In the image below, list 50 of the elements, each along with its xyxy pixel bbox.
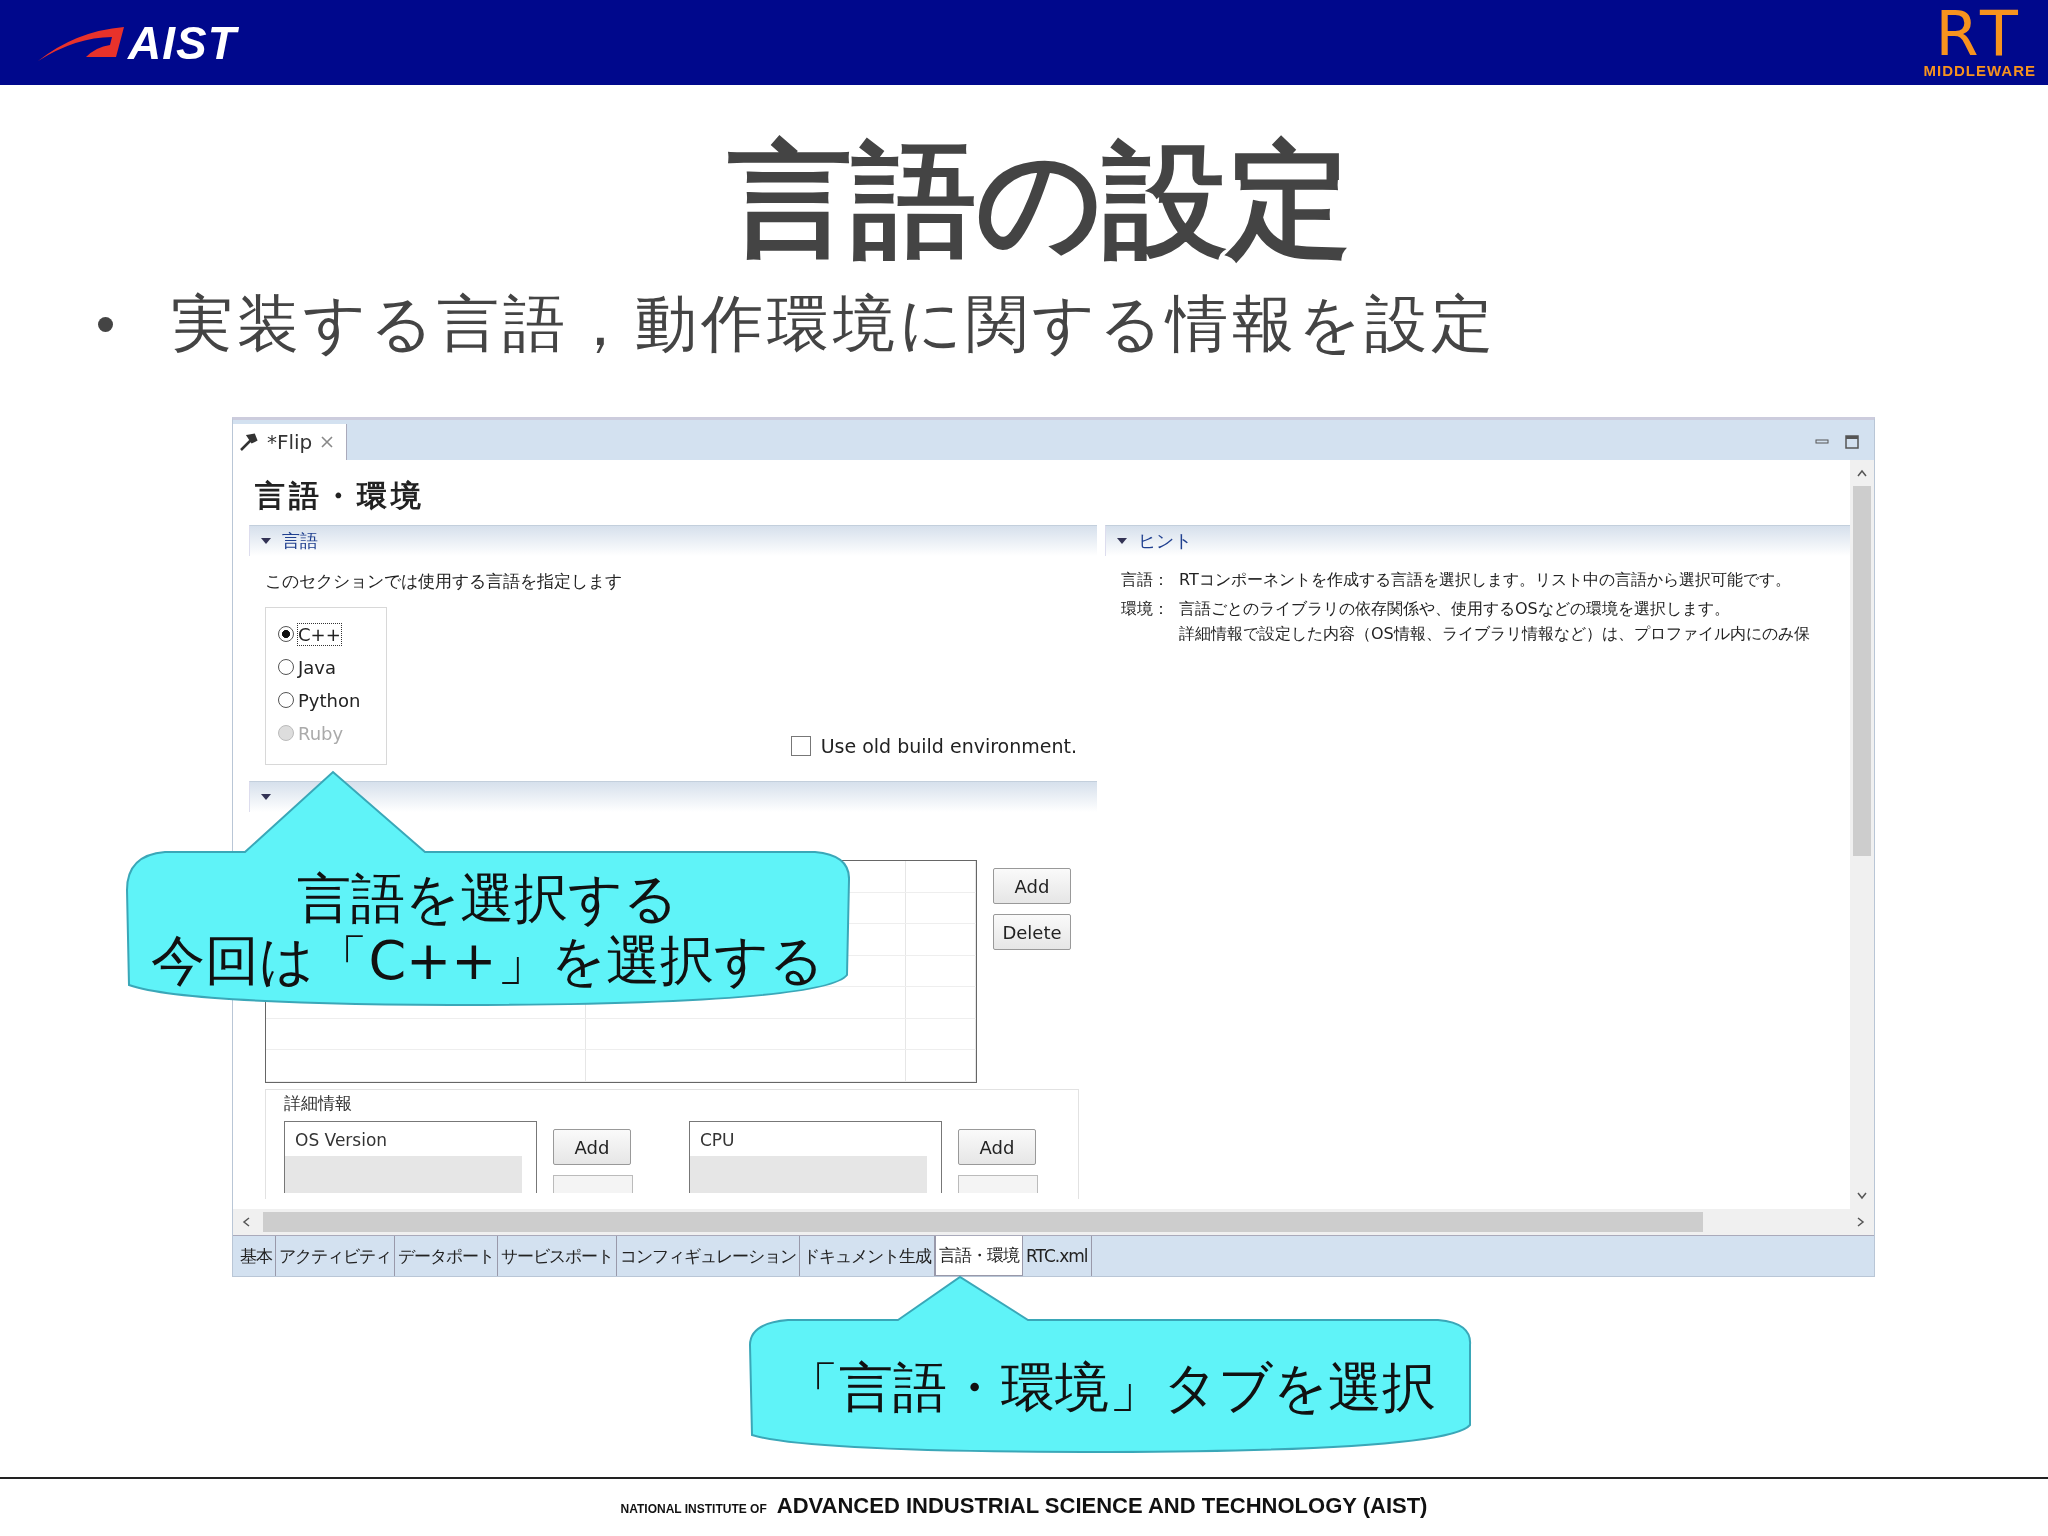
scroll-down-icon[interactable] bbox=[1856, 1191, 1868, 1201]
footer-text: NATIONAL INSTITUTE OF bbox=[620, 1502, 767, 1516]
page-tab[interactable]: アクティビティ bbox=[276, 1236, 395, 1276]
logo-text: AIST bbox=[128, 15, 237, 70]
page-tab[interactable]: コンフィギュレーション bbox=[617, 1236, 800, 1276]
callout-text: 言語を選択する bbox=[297, 867, 678, 930]
scroll-up-icon[interactable] bbox=[1856, 468, 1868, 478]
editor-tab[interactable]: *Flip bbox=[233, 424, 348, 460]
page-tab[interactable]: 基本 bbox=[237, 1236, 276, 1276]
page-tab[interactable]: サービスポート bbox=[498, 1236, 617, 1276]
logo-text: RT bbox=[1935, 5, 2024, 62]
section-description: このセクションでは使用する言語を指定します bbox=[265, 570, 623, 593]
bullet-icon bbox=[98, 316, 113, 332]
section-header[interactable]: ヒント bbox=[1105, 525, 1850, 556]
list-item[interactable]: CPU bbox=[690, 1122, 941, 1156]
callout-text: 「言語・環境」タブを選択 bbox=[785, 1356, 1436, 1419]
radio-option[interactable]: Java bbox=[278, 655, 386, 679]
scroll-right-icon[interactable] bbox=[1856, 1216, 1866, 1228]
scroll-left-icon[interactable] bbox=[241, 1216, 251, 1228]
hammer-icon bbox=[239, 432, 259, 452]
add-button[interactable]: Add bbox=[553, 1129, 631, 1165]
form-title: 言語・環境 bbox=[255, 477, 426, 515]
vertical-scrollbar[interactable] bbox=[1850, 460, 1874, 1209]
close-icon[interactable] bbox=[320, 435, 335, 449]
horizontal-scrollbar[interactable] bbox=[233, 1209, 1874, 1235]
form-button[interactable]: Add bbox=[993, 868, 1071, 904]
hint-term: 環境： bbox=[1121, 599, 1169, 620]
page-tab[interactable]: データポート bbox=[395, 1236, 498, 1276]
list-item[interactable]: OS Version bbox=[285, 1122, 536, 1156]
hint-text: RTコンポーネントを作成する言語を選択します。リスト中の言語から選択可能です。 bbox=[1179, 570, 1791, 591]
section-header[interactable]: 言語 bbox=[249, 525, 1097, 556]
maximize-icon[interactable] bbox=[1844, 434, 1860, 450]
page-tab[interactable]: 言語・環境 bbox=[935, 1236, 1023, 1276]
form-button[interactable]: Delete bbox=[993, 914, 1071, 950]
hint-text: 言語ごとのライブラリの依存関係や、使用するOSなどの環境を選択します。 bbox=[1179, 599, 1731, 620]
radio-option[interactable]: Python bbox=[278, 688, 386, 712]
radio-option[interactable]: C++ bbox=[278, 622, 386, 646]
list-box[interactable]: OS Version bbox=[284, 1121, 537, 1193]
hint-text: 詳細情報で設定した内容（OS情報、ライブラリ情報など）は、プロファイル内にのみ保 bbox=[1179, 624, 1810, 645]
bullet-text: 実装する言語，動作環境に関する情報を設定 bbox=[171, 286, 1497, 362]
page-tab[interactable]: RTC.xml bbox=[1023, 1236, 1092, 1276]
slide-title: 言語の設定 bbox=[726, 127, 1352, 274]
hint-term: 言語： bbox=[1121, 570, 1169, 591]
footer-text: ADVANCED INDUSTRIAL SCIENCE AND TECHNOLOGY (AIST) bbox=[776, 1493, 1428, 1519]
add-button[interactable]: Add bbox=[958, 1129, 1036, 1165]
group-title: 詳細情報 bbox=[284, 1092, 352, 1115]
logo-caption: MIDDLEWARE bbox=[1923, 61, 2036, 80]
list-box[interactable]: CPU bbox=[689, 1121, 942, 1193]
checkbox-option[interactable]: Use old build environment. bbox=[790, 735, 1077, 757]
callout-text: 今回は「C++」を選択する bbox=[151, 929, 824, 992]
